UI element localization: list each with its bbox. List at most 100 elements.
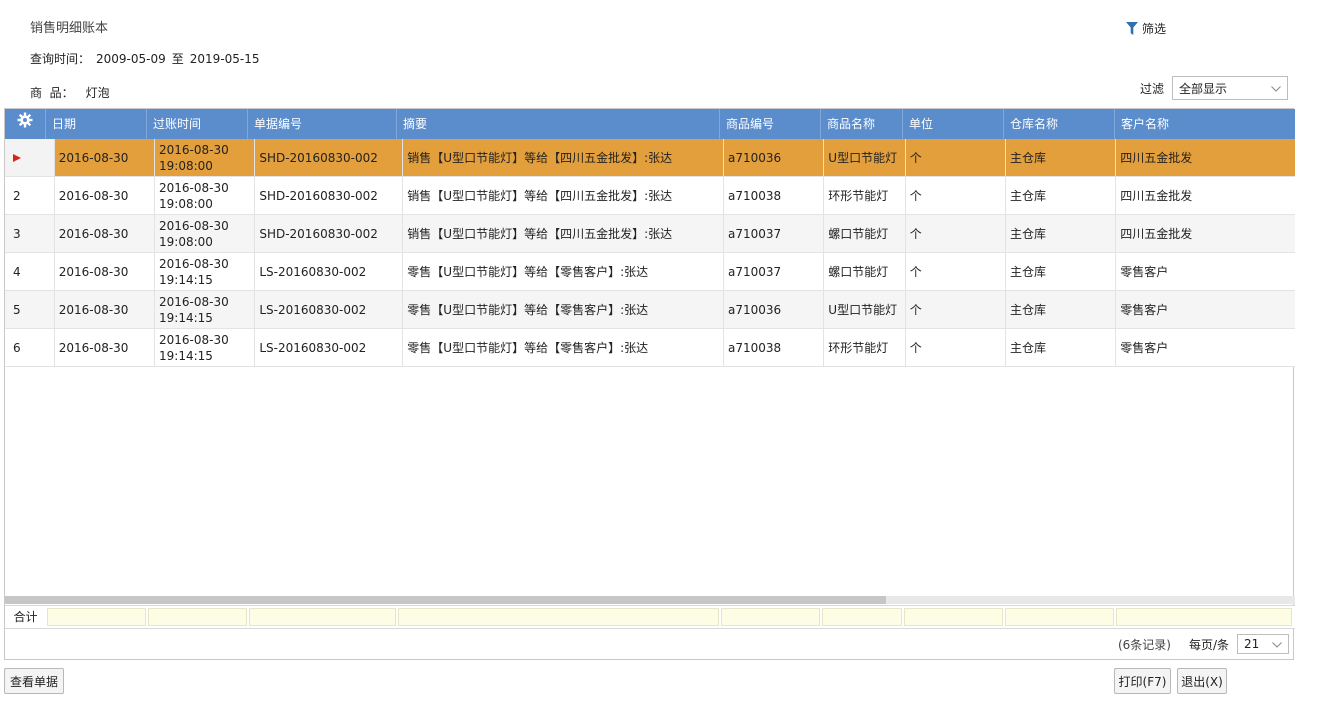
product-info: 商 品： 灯泡 bbox=[30, 84, 110, 101]
post-clock: 19:14:15 bbox=[159, 349, 213, 363]
cell-post-time: 2016-08-30 19:14:15 bbox=[155, 253, 256, 290]
cell-summary: 零售【U型口节能灯】等给【零售客户】:张达 bbox=[403, 253, 724, 290]
cell-summary: 销售【U型口节能灯】等给【四川五金批发】:张达 bbox=[403, 177, 724, 214]
table-row[interactable]: 5 2016-08-30 2016-08-30 19:14:15 LS-20160… bbox=[5, 291, 1295, 329]
summary-cell bbox=[148, 608, 247, 626]
cell-summary: 零售【U型口节能灯】等给【零售客户】:张达 bbox=[403, 329, 724, 366]
cell-doc-number: SHD-20160830-002 bbox=[255, 215, 404, 252]
cell-product-code: a710036 bbox=[724, 139, 825, 176]
table-row[interactable]: 6 2016-08-30 2016-08-30 19:14:15 LS-20160… bbox=[5, 329, 1295, 367]
post-date: 2016-08-30 bbox=[159, 333, 229, 347]
per-page-label: 每页/条 bbox=[1188, 637, 1229, 652]
column-header-customer[interactable]: 客户名称 bbox=[1115, 109, 1295, 139]
cell-unit: 个 bbox=[906, 291, 1007, 328]
cell-customer: 四川五金批发 bbox=[1120, 189, 1193, 203]
summary-cell bbox=[721, 608, 820, 626]
column-header-product-name[interactable]: 商品名称 bbox=[821, 109, 903, 139]
selected-row-marker-icon bbox=[13, 151, 21, 165]
page-size-select[interactable]: 21 bbox=[1237, 634, 1289, 654]
cell-product-name: 螺口节能灯 bbox=[824, 215, 906, 252]
cell-customer: 零售客户 bbox=[1120, 265, 1169, 279]
column-header-warehouse[interactable]: 仓库名称 bbox=[1004, 109, 1115, 139]
cell-date: 2016-08-30 bbox=[55, 291, 156, 328]
summary-cell bbox=[904, 608, 1003, 626]
cell-warehouse: 主仓库 bbox=[1006, 177, 1117, 214]
summary-cell bbox=[398, 608, 719, 626]
cell-product-code: a710036 bbox=[724, 291, 825, 328]
display-filter: 过滤 全部显示 bbox=[1140, 76, 1289, 100]
cell-unit: 个 bbox=[906, 177, 1007, 214]
cell-customer: 四川五金批发 bbox=[1120, 151, 1193, 165]
row-indicator bbox=[5, 139, 55, 176]
summary-cell bbox=[249, 608, 396, 626]
cell-unit: 个 bbox=[906, 215, 1007, 252]
cell-post-time: 2016-08-30 19:08:00 bbox=[155, 177, 256, 214]
cell-unit: 个 bbox=[906, 329, 1007, 366]
table-row[interactable]: 2016-08-30 2016-08-30 19:08:00 SHD-201608… bbox=[5, 139, 1295, 177]
column-header-date[interactable]: 日期 bbox=[46, 109, 147, 139]
filter-button[interactable]: 筛选 bbox=[1126, 20, 1166, 37]
cell-product-name: 环形节能灯 bbox=[824, 177, 906, 214]
print-button[interactable]: 打印(F7) bbox=[1114, 668, 1171, 694]
funnel-icon bbox=[1126, 22, 1138, 35]
cell-date: 2016-08-30 bbox=[55, 177, 156, 214]
exit-button[interactable]: 退出(X) bbox=[1177, 668, 1227, 694]
cell-date: 2016-08-30 bbox=[55, 215, 156, 252]
post-date: 2016-08-30 bbox=[159, 219, 229, 233]
query-from-date: 2009-05-09 bbox=[96, 51, 166, 66]
cell-post-time: 2016-08-30 19:08:00 bbox=[155, 215, 256, 252]
cell-unit: 个 bbox=[906, 253, 1007, 290]
column-header-summary[interactable]: 摘要 bbox=[397, 109, 720, 139]
column-settings-button[interactable] bbox=[5, 109, 46, 139]
table-row[interactable]: 3 2016-08-30 2016-08-30 19:08:00 SHD-2016… bbox=[5, 215, 1295, 253]
view-document-button[interactable]: 查看单据 bbox=[4, 668, 64, 694]
post-clock: 19:08:00 bbox=[159, 235, 213, 249]
post-clock: 19:08:00 bbox=[159, 159, 213, 173]
post-date: 2016-08-30 bbox=[159, 257, 229, 271]
cell-product-name: U型口节能灯 bbox=[824, 139, 906, 176]
cell-product-name: U型口节能灯 bbox=[824, 291, 906, 328]
display-filter-select[interactable]: 全部显示 bbox=[1172, 76, 1289, 100]
row-index: 2 bbox=[5, 177, 55, 214]
cell-unit: 个 bbox=[906, 139, 1007, 176]
page-title: 销售明细账本 bbox=[30, 21, 109, 36]
cell-customer: 四川五金批发 bbox=[1120, 227, 1193, 241]
table-row[interactable]: 2 2016-08-30 2016-08-30 19:08:00 SHD-2016… bbox=[5, 177, 1295, 215]
chevron-down-icon bbox=[1271, 81, 1281, 95]
column-header-product-code[interactable]: 商品编号 bbox=[720, 109, 821, 139]
filter-button-label: 筛选 bbox=[1142, 22, 1167, 36]
post-clock: 19:14:15 bbox=[159, 311, 213, 325]
cell-doc-number: SHD-20160830-002 bbox=[255, 177, 404, 214]
column-header-unit[interactable]: 单位 bbox=[903, 109, 1004, 139]
cell-summary: 零售【U型口节能灯】等给【零售客户】:张达 bbox=[403, 291, 724, 328]
query-to-date: 2019-05-15 bbox=[189, 51, 260, 66]
cell-warehouse: 主仓库 bbox=[1006, 253, 1117, 290]
post-clock: 19:14:15 bbox=[159, 273, 213, 287]
summary-row: 合计 bbox=[5, 605, 1295, 629]
cell-product-name: 螺口节能灯 bbox=[824, 253, 906, 290]
horizontal-scrollbar[interactable] bbox=[5, 596, 1295, 604]
post-date: 2016-08-30 bbox=[159, 295, 229, 309]
post-clock: 19:08:00 bbox=[159, 197, 213, 211]
cell-warehouse: 主仓库 bbox=[1006, 215, 1117, 252]
query-time-label: 查询时间： bbox=[30, 52, 91, 66]
scrollbar-thumb[interactable] bbox=[5, 596, 886, 604]
cell-doc-number: LS-20160830-002 bbox=[255, 253, 404, 290]
query-to-label: 至 bbox=[171, 52, 184, 66]
product-label: 商 品： bbox=[30, 86, 74, 100]
row-index: 5 bbox=[5, 291, 55, 328]
summary-cell bbox=[47, 608, 146, 626]
cell-customer: 零售客户 bbox=[1120, 303, 1169, 317]
cell-customer: 零售客户 bbox=[1120, 341, 1169, 355]
query-time: 查询时间： 2009-05-09 至 2019-05-15 bbox=[30, 50, 260, 67]
cell-post-time: 2016-08-30 19:14:15 bbox=[155, 329, 256, 366]
post-date: 2016-08-30 bbox=[159, 143, 229, 157]
cell-date: 2016-08-30 bbox=[55, 253, 156, 290]
column-header-doc-number[interactable]: 单据编号 bbox=[248, 109, 397, 139]
cell-doc-number: SHD-20160830-002 bbox=[255, 139, 404, 176]
table-row[interactable]: 4 2016-08-30 2016-08-30 19:14:15 LS-20160… bbox=[5, 253, 1295, 291]
cell-product-code: a710037 bbox=[724, 215, 825, 252]
column-header-post-time[interactable]: 过账时间 bbox=[147, 109, 248, 139]
row-index: 3 bbox=[5, 215, 55, 252]
record-count: (6条记录) bbox=[1117, 637, 1171, 652]
